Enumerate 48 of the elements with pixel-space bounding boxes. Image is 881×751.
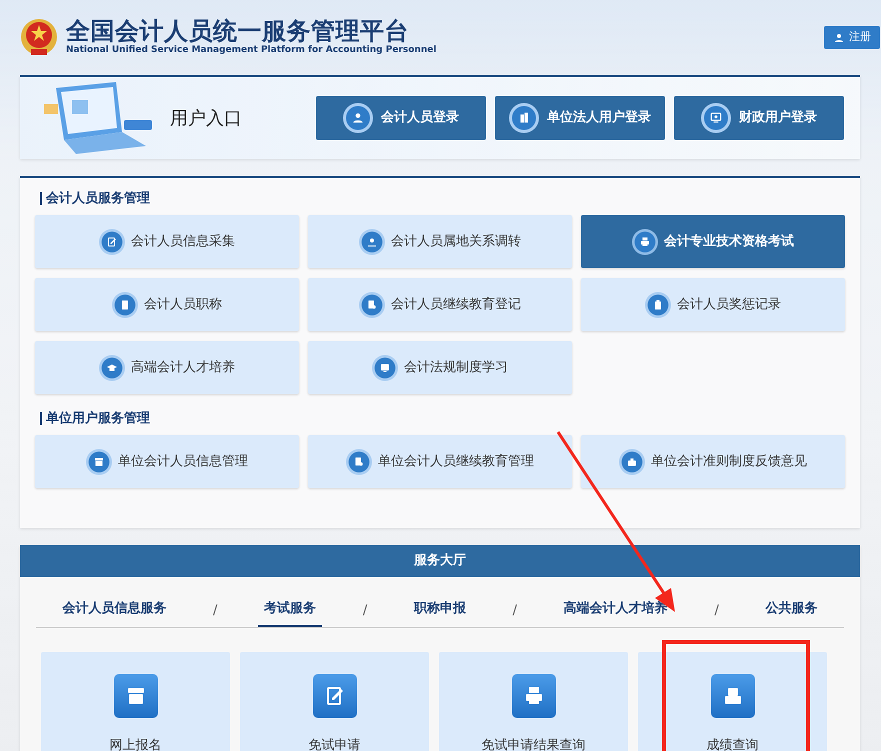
register-button[interactable]: 注册	[824, 26, 880, 49]
separator: /	[512, 602, 518, 620]
separator: /	[714, 602, 719, 620]
drawer-icon	[86, 448, 112, 474]
document-icon	[112, 292, 138, 318]
edit-icon	[99, 228, 125, 254]
drawer-icon	[114, 674, 158, 718]
login-button[interactable]: 财政用户登录	[674, 96, 844, 140]
separator: /	[213, 602, 218, 620]
section-heading: 会计人员服务管理	[40, 192, 845, 205]
tab[interactable]: 公共服务	[760, 595, 824, 626]
login-button[interactable]: 单位法人用户登录	[495, 96, 665, 140]
service-tile[interactable]: 高端会计人才培养	[35, 341, 299, 394]
person-icon	[833, 32, 845, 44]
service-tile[interactable]: 会计人员职称	[35, 278, 299, 331]
person-icon	[343, 103, 373, 133]
service-tile[interactable]: 免试申请	[240, 652, 429, 751]
site-title: 全国会计人员统一服务管理平台	[66, 18, 410, 44]
printer-icon	[632, 228, 658, 254]
printer-icon	[512, 674, 556, 718]
service-tile[interactable]: 会计法规制度学习	[308, 341, 572, 394]
monitor-icon	[701, 103, 731, 133]
service-tile[interactable]: 成绩查询	[638, 652, 827, 751]
emblem-icon	[20, 18, 58, 58]
graduation-cap-icon	[99, 354, 125, 380]
building-icon	[509, 103, 539, 133]
edit-icon	[312, 674, 356, 718]
service-tile[interactable]: 免试申请结果查询	[439, 652, 628, 751]
service-tile[interactable]: 会计人员继续教育登记	[308, 278, 572, 331]
service-tile[interactable]: 网上报名	[41, 652, 230, 751]
tray-icon	[710, 674, 754, 718]
separator: /	[362, 602, 368, 620]
tab[interactable]: 会计人员信息服务	[56, 595, 172, 626]
service-tile[interactable]: 会计人员奖惩记录	[581, 278, 845, 331]
briefcase-icon	[619, 448, 645, 474]
service-tile[interactable]: 单位会计人员信息管理	[35, 435, 299, 488]
service-tile[interactable]: 单位会计准则制度反馈意见	[581, 435, 845, 488]
service-tile[interactable]: 单位会计人员继续教育管理	[308, 435, 572, 488]
service-tile[interactable]: 会计专业技术资格考试	[581, 215, 845, 268]
section-heading: 单位用户服务管理	[40, 412, 845, 425]
section-title: 用户入口	[170, 106, 243, 130]
service-hall-title: 服务大厅	[20, 545, 860, 577]
login-button[interactable]: 会计人员登录	[316, 96, 486, 140]
tab[interactable]: 考试服务	[258, 595, 322, 626]
service-tile[interactable]: 会计人员属地关系调转	[308, 215, 572, 268]
site-subtitle: National Unified Service Management Platform for Accounting Personnel	[66, 44, 436, 57]
service-tile[interactable]: 会计人员信息采集	[35, 215, 299, 268]
tab[interactable]: 职称申报	[408, 595, 472, 626]
